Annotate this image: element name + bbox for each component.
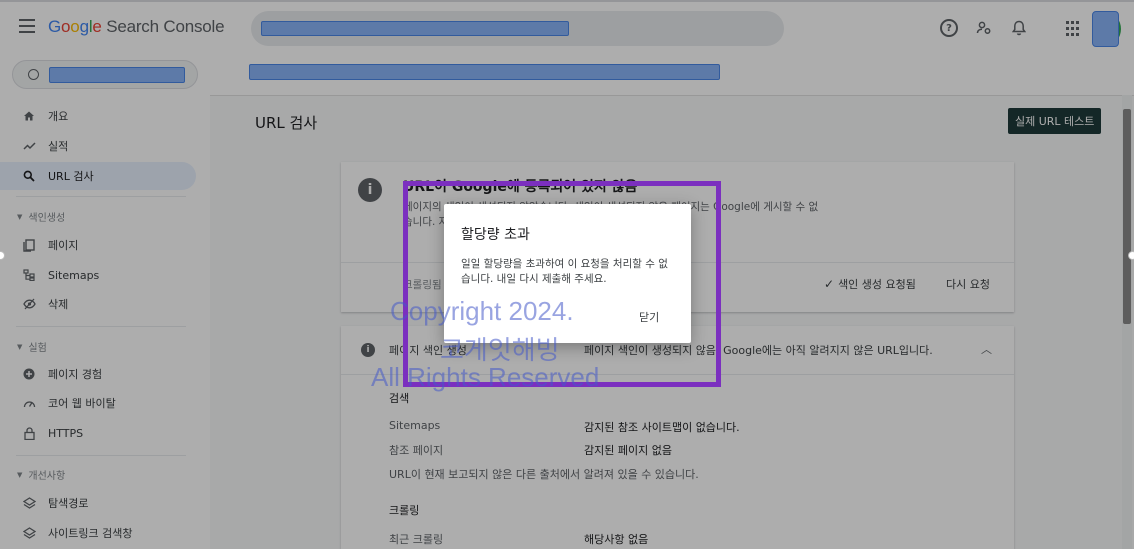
watermark-line-1: Copyright 2024. xyxy=(390,296,574,326)
resize-handle-right[interactable] xyxy=(1128,251,1134,260)
watermark-line-3: All Rights Reserved xyxy=(371,362,600,392)
